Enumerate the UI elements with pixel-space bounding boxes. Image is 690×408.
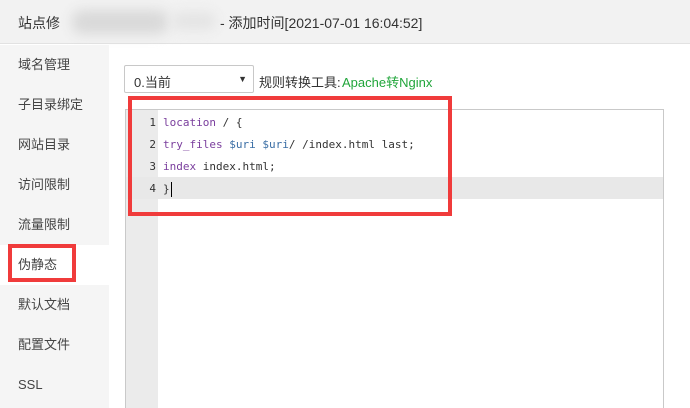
chevron-down-icon: ▼ (238, 74, 247, 84)
window-titlebar: 站点修 - 添加时间[2021-07-01 16:04:52] (0, 0, 690, 44)
sidebar-item-access-limit[interactable]: 访问限制 (0, 165, 109, 205)
rewrite-highlight-box (8, 244, 76, 282)
sidebar-item-config-file[interactable]: 配置文件 (0, 325, 109, 365)
title-added-time: - 添加时间[2021-07-01 16:04:52] (220, 15, 423, 31)
sidebar-item-subdir-binding[interactable]: 子目录绑定 (0, 85, 109, 125)
rule-convert-label: 规则转换工具: (259, 75, 341, 90)
title-prefix: 站点修 (18, 15, 60, 31)
sidebar-item-ssl[interactable]: SSL (0, 365, 109, 405)
redacted-site-name-tail (172, 12, 216, 30)
redacted-site-name (72, 10, 168, 34)
select-value: 0.当前 (134, 75, 171, 90)
sidebar-item-domain[interactable]: 域名管理 (0, 45, 109, 85)
code-highlight-box (128, 96, 452, 216)
sidebar-item-default-doc[interactable]: 默认文档 (0, 285, 109, 325)
rewrite-template-select[interactable]: 0.当前 ▼ (124, 65, 254, 93)
sidebar-item-site-directory[interactable]: 网站目录 (0, 125, 109, 165)
sidebar: 域名管理 子目录绑定 网站目录 访问限制 流量限制 伪静态 默认文档 配置文件 … (0, 45, 109, 408)
apache-to-nginx-link[interactable]: Apache转Nginx (342, 72, 432, 91)
sidebar-item-traffic-limit[interactable]: 流量限制 (0, 205, 109, 245)
